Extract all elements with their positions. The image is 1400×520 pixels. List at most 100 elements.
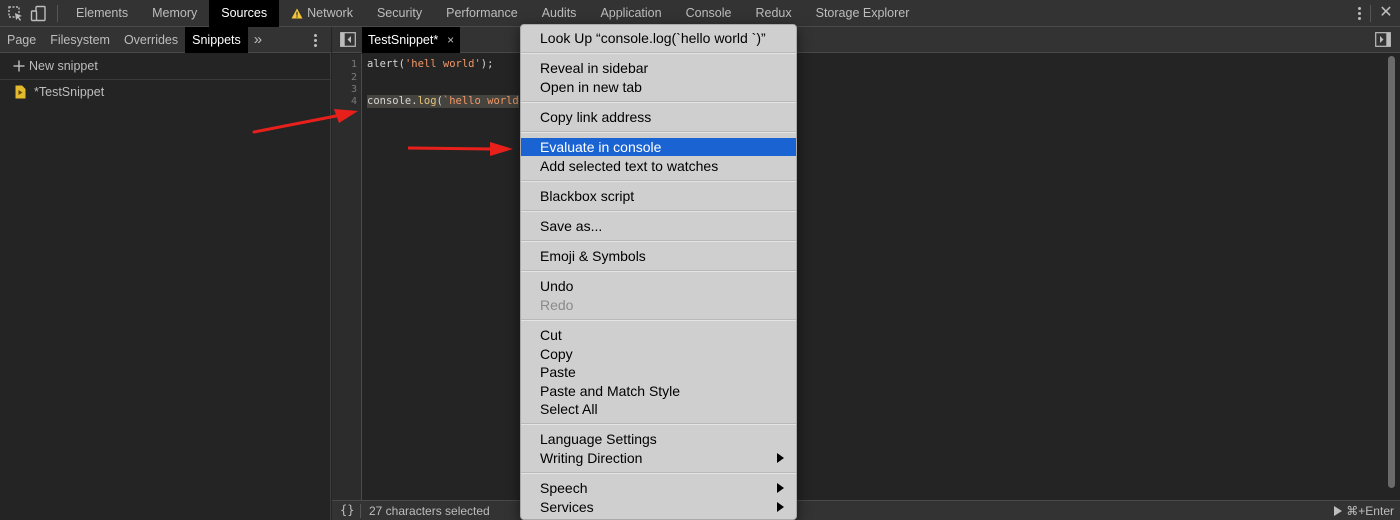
play-icon (1334, 506, 1343, 516)
menu-separator (521, 423, 796, 425)
menu-item-reveal-in-sidebar[interactable]: Reveal in sidebar (521, 59, 796, 77)
menu-item-cut[interactable]: Cut (521, 326, 796, 344)
new-snippet-button[interactable]: New snippet (13, 58, 98, 74)
panel-tabs: Elements Memory Sources Network Security… (64, 0, 921, 27)
navigator-tabs: Page Filesystem Overrides Snippets » (0, 27, 331, 53)
editor-tab-strip: TestSnippet* × (332, 27, 1400, 53)
code-token: alert( (367, 58, 405, 70)
code-line-4-selected: console.log(`hello world (367, 95, 519, 108)
code-token: console. (367, 95, 418, 107)
close-devtools-icon[interactable]: ✕ (1378, 4, 1394, 22)
toolbar-divider (57, 5, 58, 22)
menu-separator (521, 319, 796, 321)
menu-item-evaluate-in-console[interactable]: Evaluate in console (521, 138, 796, 156)
speech-label: Speech (540, 480, 588, 496)
menu-item-undo[interactable]: Undo (521, 277, 796, 295)
menu-separator (521, 131, 796, 133)
menu-item-speech[interactable]: Speech (521, 479, 796, 497)
editor-scrollbar[interactable] (1385, 54, 1397, 500)
tab-network-label: Network (307, 6, 353, 20)
annotation-arrow-icon (408, 142, 513, 156)
line-number: 2 (350, 72, 357, 83)
annotation-arrow-icon (252, 109, 358, 134)
tab-elements[interactable]: Elements (64, 0, 140, 27)
menu-item-add-to-watches[interactable]: Add selected text to watches (521, 157, 796, 175)
menu-item-emoji-symbols[interactable]: Emoji & Symbols (521, 247, 796, 265)
inspect-element-icon[interactable] (7, 5, 25, 22)
menu-separator (521, 472, 796, 474)
code-line-1: alert('hell world'); (367, 58, 493, 71)
menu-item-copy[interactable]: Copy (521, 345, 796, 363)
sources-navigator: Page Filesystem Overrides Snippets » New… (0, 27, 331, 520)
code-string: `hello world (442, 95, 519, 107)
tab-security[interactable]: Security (365, 0, 434, 27)
line-number: 3 (350, 84, 357, 95)
new-snippet-label: New snippet (29, 59, 98, 73)
nav-tab-filesystem[interactable]: Filesystem (43, 27, 117, 53)
code-function: log (417, 95, 437, 107)
tab-network[interactable]: Network (279, 0, 365, 27)
tab-performance[interactable]: Performance (434, 0, 530, 27)
writing-direction-label: Writing Direction (540, 450, 643, 466)
code-token: ); (480, 58, 494, 70)
menu-separator (521, 240, 796, 242)
editor-tab-testsnippet[interactable]: TestSnippet* × (362, 27, 461, 53)
nav-tab-snippets[interactable]: Snippets (185, 27, 248, 53)
snippet-file-icon (15, 85, 26, 99)
tab-application[interactable]: Application (588, 0, 673, 27)
pretty-print-icon[interactable]: {} (340, 503, 354, 517)
navigator-divider (0, 79, 331, 80)
more-tabs-icon[interactable]: » (248, 27, 268, 53)
menu-item-copy-link-address[interactable]: Copy link address (521, 108, 796, 126)
toggle-debugger-icon[interactable] (1375, 32, 1391, 47)
menu-item-language-settings[interactable]: Language Settings (521, 430, 796, 448)
nav-tab-page[interactable]: Page (0, 27, 43, 53)
status-divider (360, 504, 361, 518)
menu-item-save-as[interactable]: Save as... (521, 217, 796, 235)
menu-separator (521, 101, 796, 103)
run-shortcut-label: ⌘+Enter (1346, 504, 1394, 518)
submenu-arrow-icon (777, 502, 784, 512)
navigator-menu-icon[interactable] (307, 32, 323, 48)
context-menu: Look Up “console.log(`hello world `)” Re… (520, 24, 797, 520)
menu-separator (521, 270, 796, 272)
menu-item-open-in-new-tab[interactable]: Open in new tab (521, 78, 796, 96)
line-number: 1 (350, 59, 357, 70)
plus-icon (13, 60, 25, 72)
menu-separator (521, 52, 796, 54)
run-snippet-button[interactable]: ⌘+Enter (1334, 504, 1394, 518)
menu-item-look-up[interactable]: Look Up “console.log(`hello world `)” (521, 29, 796, 47)
customize-menu-icon[interactable] (1351, 5, 1367, 21)
scrollbar-thumb[interactable] (1388, 56, 1395, 488)
snippet-item-label: *TestSnippet (34, 85, 105, 99)
warning-icon (291, 8, 303, 19)
close-tab-icon[interactable]: × (447, 27, 454, 53)
tab-audits[interactable]: Audits (530, 0, 589, 27)
menu-separator (521, 180, 796, 182)
menu-item-paste-and-match-style[interactable]: Paste and Match Style (521, 382, 796, 400)
tab-storage-explorer[interactable]: Storage Explorer (804, 0, 922, 27)
toggle-navigator-icon[interactable] (340, 32, 356, 47)
tab-sources[interactable]: Sources (209, 0, 280, 27)
menu-item-writing-direction[interactable]: Writing Direction (521, 449, 796, 467)
submenu-arrow-icon (777, 483, 784, 493)
tab-redux[interactable]: Redux (743, 0, 803, 27)
submenu-arrow-icon (777, 453, 784, 463)
menu-item-select-all[interactable]: Select All (521, 400, 796, 418)
tab-memory[interactable]: Memory (140, 0, 209, 27)
menu-item-blackbox-script[interactable]: Blackbox script (521, 187, 796, 205)
toolbar-divider (1370, 5, 1371, 22)
nav-tab-overrides[interactable]: Overrides (117, 27, 185, 53)
menu-separator (521, 210, 796, 212)
tab-console[interactable]: Console (674, 0, 744, 27)
code-editor[interactable]: alert('hell world'); console.log(`hello … (363, 54, 1400, 500)
devtools-top-bar: Elements Memory Sources Network Security… (0, 0, 1400, 27)
snippet-item[interactable]: *TestSnippet (15, 83, 104, 101)
services-label: Services (540, 499, 594, 515)
device-toolbar-icon[interactable] (30, 5, 48, 22)
code-string: 'hell world' (404, 58, 481, 70)
menu-item-paste[interactable]: Paste (521, 363, 796, 381)
menu-item-services[interactable]: Services (521, 498, 796, 516)
selection-status: 27 characters selected (369, 504, 490, 518)
editor-tab-label: TestSnippet* (368, 33, 439, 47)
